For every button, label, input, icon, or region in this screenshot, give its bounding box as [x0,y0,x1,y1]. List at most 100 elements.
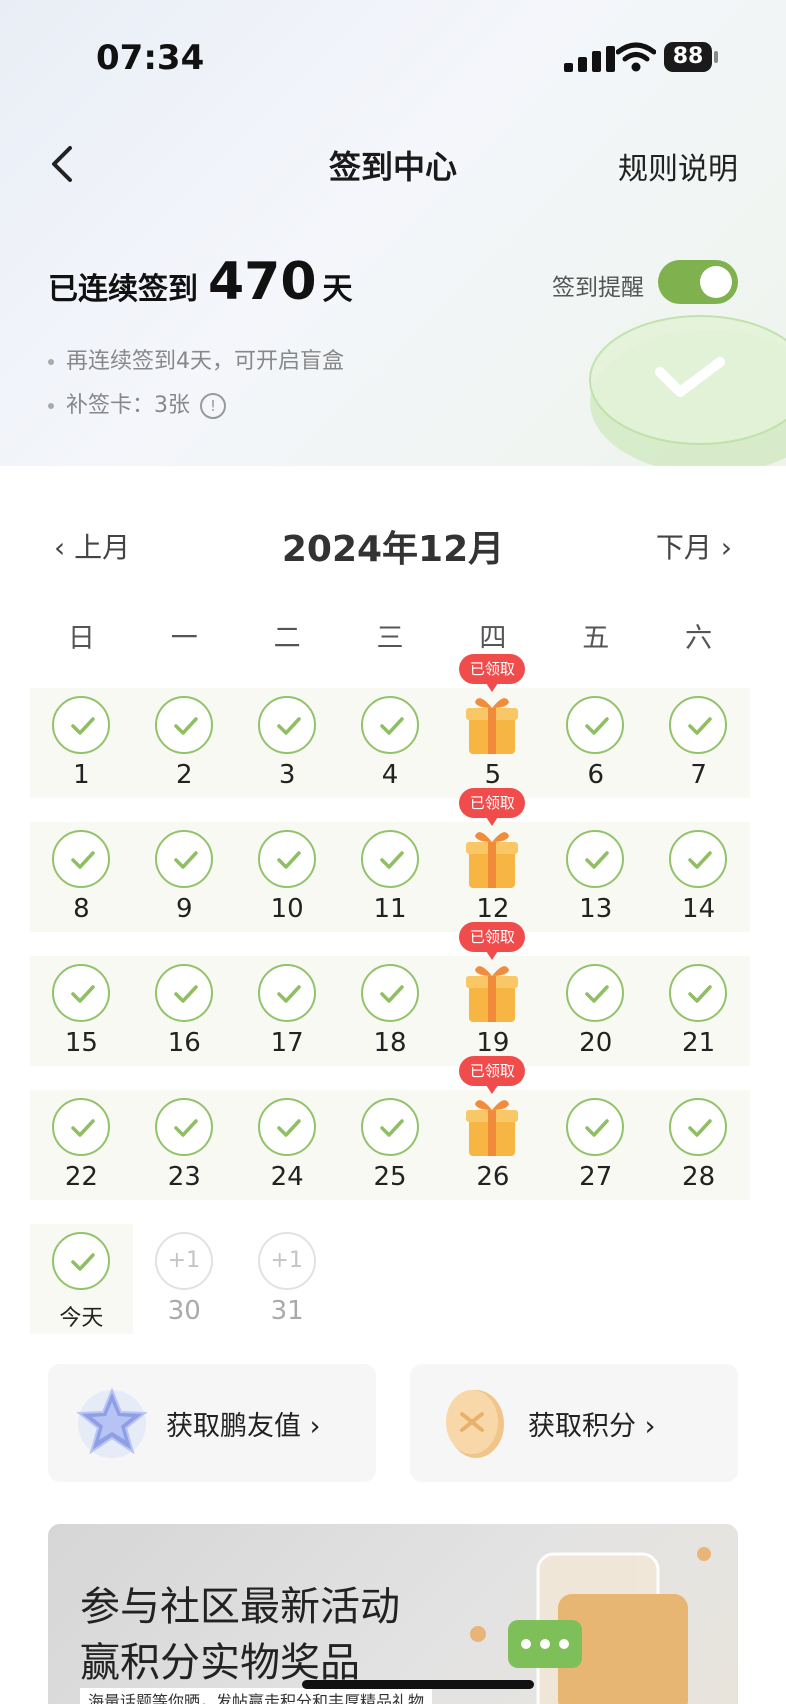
calendar-day-checked[interactable]: 16 [133,956,236,1066]
checkmark-icon [52,696,110,754]
day-number: 21 [682,1028,716,1058]
status-time: 07:34 [96,38,205,78]
next-month-label: 下月 [655,531,712,564]
day-number: 1 [73,760,90,790]
calendar-day-checked[interactable]: 17 [236,956,339,1066]
weekday-label: 五 [582,623,610,654]
calendar-day-checked[interactable]: 23 [133,1090,236,1200]
gift-box-icon [463,958,521,1024]
day-number: 4 [381,760,399,790]
calendar-day-checked[interactable]: 1 [30,688,133,798]
calendar-day-checked[interactable]: 22 [30,1090,133,1200]
day-number: 31 [270,1296,304,1326]
day-number: 27 [579,1162,613,1192]
streak-count: 470 [208,252,317,312]
calendar-day-checked[interactable]: 13 [544,822,647,932]
claimed-badge: 已领取 [459,1056,526,1094]
weekday-header: 日 一 二 三 四 五 六 [30,616,750,655]
rules-link[interactable]: 规则说明 [618,144,738,188]
calendar-day-checked[interactable]: 25 [339,1090,442,1200]
calendar-day-gift[interactable]: 已领取 26 [441,1056,544,1200]
day-number: 12 [476,894,510,924]
calendar-day-gift[interactable]: 已领取 19 [441,922,544,1066]
checkmark-icon [360,1098,419,1156]
checkmark-icon [257,696,316,754]
checkmark-icon [669,696,728,754]
day-number: 14 [682,894,716,924]
calendar-day-checked[interactable]: 6 [544,688,647,798]
get-friend-value-card[interactable]: 获取鹏友值 › [48,1364,376,1482]
day-number: 11 [373,894,407,924]
streak-prefix: 已连续签到 [48,272,198,307]
wifi-icon [616,42,656,72]
day-number: 25 [373,1162,407,1192]
calendar-day-checked[interactable]: 11 [339,822,442,932]
calendar-day-checked[interactable]: 27 [544,1090,647,1200]
day-number: 17 [270,1028,304,1058]
checkmark-icon [360,696,419,754]
info-icon[interactable]: ! [200,393,226,419]
streak-summary: 已连续签到 470 天 [48,252,353,312]
reward-preview: +1 [154,1232,213,1290]
card-label: 获取积分 › [528,1411,656,1442]
battery-indicator: 88 [664,42,712,72]
calendar-day-future[interactable]: +1 30 [133,1224,236,1334]
tip-text: 再连续签到4天，可开启盲盒 [66,349,344,374]
calendar-day-checked[interactable]: 28 [647,1090,750,1200]
checkmark-icon [154,1098,213,1156]
month-navigation: ‹ 上月 2024年12月 下月 › [0,516,786,576]
toggle-knob [700,266,732,298]
nav-bar: 签到中心 规则说明 [0,130,786,202]
checkmark-icon [257,830,316,888]
calendar-day-checked[interactable]: 18 [339,956,442,1066]
tip-makeup-card: 补签卡：3张! [48,384,344,428]
checkmark-icon [669,964,728,1022]
star-icon [76,1387,148,1458]
calendar-day-checked[interactable]: 20 [544,956,647,1066]
checkmark-icon [257,964,316,1022]
calendar-day-checked[interactable]: 2 [133,688,236,798]
get-points-card[interactable]: 获取积分 › [410,1364,738,1482]
day-number: 24 [270,1162,304,1192]
home-indicator [302,1680,534,1689]
calendar-day-future[interactable]: +1 31 [236,1224,339,1334]
next-month-button[interactable]: 下月 › [656,526,732,566]
calendar-day-checked[interactable]: 7 [647,688,750,798]
checkmark-icon [566,830,625,888]
calendar-day-checked[interactable]: 15 [30,956,133,1066]
bullet-dot [48,403,54,409]
calendar-day-checked[interactable]: 4 [339,688,442,798]
battery-tip [714,51,718,63]
reminder-toggle[interactable] [658,260,738,304]
today-label: 今天 [59,1306,104,1331]
calendar-day-checked[interactable]: 21 [647,956,750,1066]
day-number: 23 [167,1162,201,1192]
banner-illustration [470,1547,711,1704]
calendar-day-gift[interactable]: 已领取 12 [441,788,544,932]
day-number: 15 [64,1028,98,1058]
card-label: 获取鹏友值 › [166,1411,321,1442]
calendar-day-checked[interactable]: 10 [236,822,339,932]
checkmark-icon [566,964,625,1022]
calendar-day-checked[interactable]: 14 [647,822,750,932]
calendar-day-checked[interactable]: 24 [236,1090,339,1200]
day-number: 3 [278,760,296,790]
calendar-day-gift[interactable]: 已领取 5 [441,654,544,798]
day-number: 8 [73,894,90,924]
signal-icon [564,46,615,72]
activity-banner[interactable]: 参与社区最新活动 赢积分实物奖品 海量话题等你晒，发帖赢走积分和丰厚精品礼物 [48,1524,738,1704]
day-number: 10 [270,894,304,924]
reward-preview: +1 [257,1232,316,1290]
checkmark-icon [257,1098,316,1156]
calendar-day-checked[interactable]: 3 [236,688,339,798]
calendar-day-checked[interactable]: 9 [133,822,236,932]
weekday-label: 二 [273,623,301,654]
weekday-label: 三 [376,623,404,654]
weekday-label: 四 [479,623,507,654]
calendar-day-checked[interactable]: 8 [30,822,133,932]
checkmark-icon [669,1098,728,1156]
day-number: 28 [682,1162,716,1192]
gift-box-icon [463,1092,521,1158]
calendar-day-today[interactable]: 今天 [30,1224,133,1334]
calendar-week-row: 15 16 17 18 已领取 19 20 21 [30,922,750,1066]
